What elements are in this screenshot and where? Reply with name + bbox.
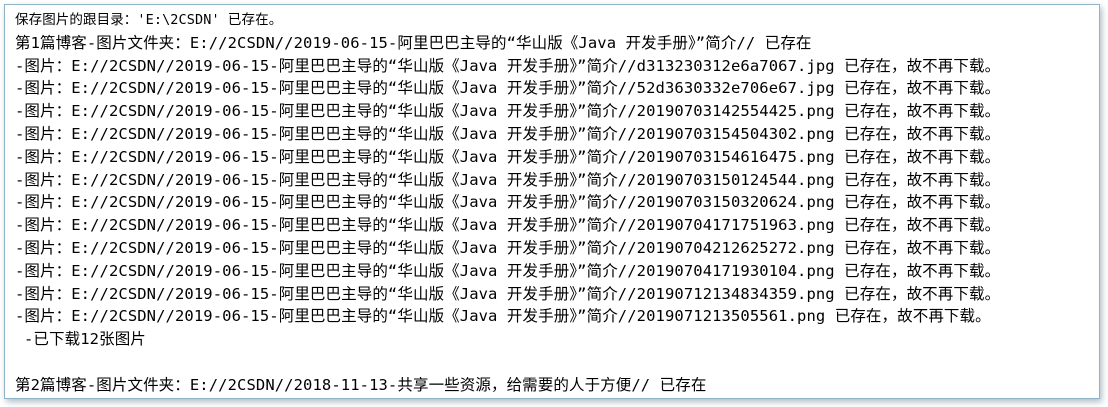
console-line-image: -图片：E://2CSDN//2019-06-15-阿里巴巴主导的“华山版《Ja… <box>15 307 991 326</box>
console-line-image: -图片：E://2CSDN//2019-06-15-阿里巴巴主导的“华山版《Ja… <box>15 79 1001 98</box>
console-line-blog-1-folder: 第1篇博客-图片文件夹：E://2CSDN//2019-06-15-阿里巴巴主导… <box>15 33 812 52</box>
console-line-image: -图片：E://2CSDN//2019-06-15-阿里巴巴主导的“华山版《Ja… <box>15 238 1001 257</box>
console-output-panel: 保存图片的跟目录：'E:\2CSDN' 已存在。 第1篇博客-图片文件夹：E:/… <box>4 4 1100 399</box>
console-line-image: -图片：E://2CSDN//2019-06-15-阿里巴巴主导的“华山版《Ja… <box>15 147 1001 166</box>
console-line-image: -图片：E://2CSDN//2019-06-15-阿里巴巴主导的“华山版《Ja… <box>15 102 1001 121</box>
console-line-root-dir: 保存图片的跟目录：'E:\2CSDN' 已存在。 <box>15 12 283 28</box>
console-line-download-summary: -已下载12张图片 <box>24 330 146 349</box>
console-line-blog-2-folder: 第2篇博客-图片文件夹：E://2CSDN//2018-11-13-共享一些资源… <box>15 375 707 394</box>
console-line-image: -图片：E://2CSDN//2019-06-15-阿里巴巴主导的“华山版《Ja… <box>15 56 1001 75</box>
console-line-image: -图片：E://2CSDN//2019-06-15-阿里巴巴主导的“华山版《Ja… <box>15 284 1001 303</box>
console-line-image: -图片：E://2CSDN//2019-06-15-阿里巴巴主导的“华山版《Ja… <box>15 170 1001 189</box>
console-line-image: -图片：E://2CSDN//2019-06-15-阿里巴巴主导的“华山版《Ja… <box>15 216 1001 235</box>
console-line-image: -图片：E://2CSDN//2019-06-15-阿里巴巴主导的“华山版《Ja… <box>15 261 1001 280</box>
console-line-image: -图片：E://2CSDN//2019-06-15-阿里巴巴主导的“华山版《Ja… <box>15 124 1001 143</box>
console-line-image: -图片：E://2CSDN//2019-06-15-阿里巴巴主导的“华山版《Ja… <box>15 193 1001 212</box>
console-lines: 保存图片的跟目录：'E:\2CSDN' 已存在。 第1篇博客-图片文件夹：E:/… <box>15 9 1095 397</box>
